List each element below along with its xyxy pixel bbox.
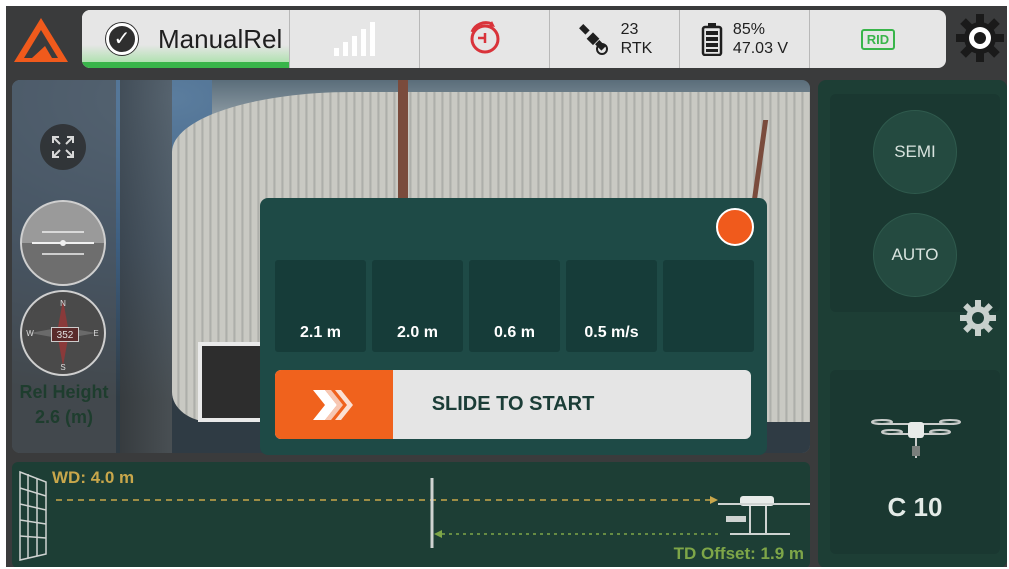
app-window: ✓ ManualRel 23 RTK 85% 47.03 V RID N S W… <box>6 6 1007 567</box>
semi-mode-button[interactable]: SEMI <box>873 110 957 194</box>
rtk-status-icon <box>470 21 499 54</box>
svg-text:E: E <box>93 329 98 338</box>
check-icon: ✓ <box>106 23 138 55</box>
flight-mode-label: ManualRel <box>158 23 283 54</box>
mode-buttons-group: SEMI AUTO <box>830 94 1000 312</box>
aircraft-model-label: C 10 <box>887 492 943 522</box>
rel-height-readout: Rel Height 2.6 (m) <box>12 380 116 430</box>
slider-handle[interactable] <box>275 370 393 439</box>
top-bar: ✓ ManualRel 23 RTK 85% 47.03 V RID <box>6 6 1007 72</box>
battery-segment[interactable]: 85% 47.03 V <box>680 10 810 68</box>
flight-mode-segment[interactable]: ✓ ManualRel <box>82 10 290 68</box>
metric-tile: 0.5 m/s <box>566 260 657 352</box>
right-control-panel: SEMI AUTO C 10 <box>818 80 1007 567</box>
signal-strength-icon <box>334 22 375 56</box>
satellite-count: 23 <box>620 21 639 38</box>
metric-tile: 2.1 m <box>275 260 366 352</box>
rel-height-label: Rel Height <box>19 382 109 402</box>
battery-percent: 85% <box>732 21 765 38</box>
drone-icon <box>871 419 961 458</box>
artificial-horizon-icon <box>32 231 94 255</box>
rid-badge: RID <box>860 28 896 50</box>
metric-tile: 0.6 m <box>469 260 560 352</box>
status-strip: ✓ ManualRel 23 RTK 85% 47.03 V RID <box>82 10 946 68</box>
battery-voltage: 47.03 V <box>732 40 789 57</box>
compass: N S W E 352 <box>20 290 106 376</box>
signal-segment[interactable] <box>290 10 420 68</box>
slide-to-start-slider[interactable]: SLIDE TO START <box>275 370 751 439</box>
rtk-segment[interactable] <box>420 10 550 68</box>
chevrons-right-icon <box>313 389 353 420</box>
mission-settings-gear-icon[interactable] <box>958 298 998 338</box>
svg-text:W: W <box>26 329 34 338</box>
metric-tile <box>663 260 754 352</box>
distance-panel: WD: 4.0 m TD Offset: 1.9 m <box>12 462 810 567</box>
compass-heading: 352 <box>51 327 79 342</box>
td-offset-label: TD Offset: 1.9 m <box>673 544 804 563</box>
rel-height-value: 2.6 (m) <box>34 407 94 427</box>
metric-row: 2.1 m 2.0 m 0.6 m 0.5 m/s <box>275 260 754 352</box>
expand-arrows-icon <box>52 136 74 158</box>
drone-side-icon <box>718 496 810 535</box>
battery-icon <box>701 23 723 56</box>
metric-tile: 2.0 m <box>372 260 463 352</box>
aircraft-card[interactable]: C 10 <box>830 370 1000 554</box>
semi-mode-label: SEMI <box>894 142 936 161</box>
auto-mode-label: AUTO <box>891 245 939 264</box>
remote-id-segment[interactable]: RID <box>810 10 946 68</box>
record-button[interactable] <box>716 208 754 246</box>
fullscreen-expand-button[interactable] <box>40 124 86 170</box>
satellite-icon <box>578 24 608 55</box>
gps-segment[interactable]: 23 RTK <box>550 10 680 68</box>
svg-text:S: S <box>60 363 65 372</box>
svg-text:N: N <box>60 299 66 308</box>
auto-mode-button[interactable]: AUTO <box>873 213 957 297</box>
gps-fix-type: RTK <box>620 40 653 57</box>
settings-gear-icon[interactable] <box>954 12 1006 64</box>
slide-to-start-label: SLIDE TO START <box>431 393 595 415</box>
attitude-indicator <box>20 200 106 286</box>
wall-grid-icon <box>19 470 47 561</box>
app-logo-icon[interactable] <box>12 16 70 64</box>
start-mission-dialog: 2.1 m 2.0 m 0.6 m 0.5 m/s SLIDE TO START <box>260 198 767 455</box>
